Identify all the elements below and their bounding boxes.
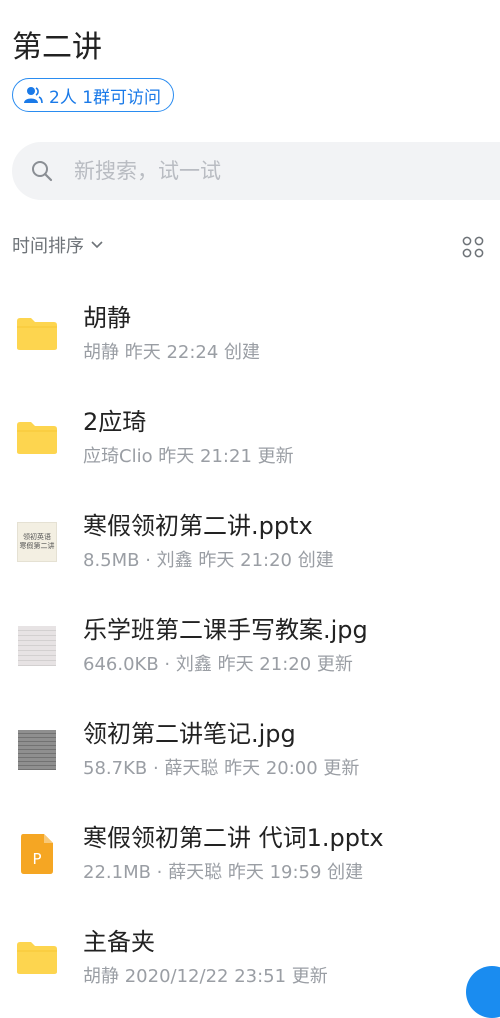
file-meta: 646.0KB · 刘鑫 昨天 21:20 更新 — [83, 654, 353, 675]
sort-dropdown[interactable]: 时间排序 — [12, 232, 104, 258]
search-input[interactable] — [72, 158, 376, 184]
thumb-text-line: 寒假第二讲 — [19, 542, 55, 550]
thumb-text-line: 领初英语 — [23, 533, 51, 541]
folder-icon — [16, 937, 58, 979]
chevron-down-icon — [91, 241, 103, 249]
file-name: 乐学班第二课手写教案.jpg — [83, 616, 368, 644]
search-icon — [32, 161, 53, 182]
people-icon — [24, 87, 43, 104]
file-name: 2应琦 — [83, 408, 147, 436]
file-row[interactable]: 胡静 胡静 昨天 22:24 创建 — [0, 282, 500, 386]
file-row[interactable]: P 寒假领初第二讲 代词1.pptx 22.1MB · 薛天聪 昨天 19:59… — [0, 802, 500, 906]
file-name: 主备夹 — [83, 928, 155, 956]
image-thumbnail — [16, 729, 58, 771]
page-title: 第二讲 — [12, 30, 102, 65]
image-thumbnail — [16, 625, 58, 667]
search-bar[interactable] — [12, 142, 500, 200]
file-row[interactable]: 乐学班第二课手写教案.jpg 646.0KB · 刘鑫 昨天 21:20 更新 — [0, 594, 500, 698]
file-name: 领初第二讲笔记.jpg — [83, 720, 296, 748]
folder-icon — [16, 417, 58, 459]
file-row[interactable]: 领初第二讲笔记.jpg 58.7KB · 薛天聪 昨天 20:00 更新 — [0, 698, 500, 802]
file-meta: 58.7KB · 薛天聪 昨天 20:00 更新 — [83, 758, 360, 779]
pptx-letter: P — [32, 850, 41, 868]
file-row[interactable]: 领初英语 寒假第二讲 寒假领初第二讲.pptx 8.5MB · 刘鑫 昨天 21… — [0, 490, 500, 594]
grid-view-icon[interactable] — [462, 236, 484, 258]
pptx-thumbnail: 领初英语 寒假第二讲 — [16, 521, 58, 563]
file-meta: 胡静 2020/12/22 23:51 更新 — [83, 966, 328, 987]
access-label: 2人 1群可访问 — [49, 87, 162, 108]
file-meta: 22.1MB · 薛天聪 昨天 19:59 创建 — [83, 862, 364, 883]
file-row[interactable]: 主备夹 胡静 2020/12/22 23:51 更新 — [0, 906, 500, 1010]
file-row[interactable]: 2应琦 应琦Clio 昨天 21:21 更新 — [0, 386, 500, 490]
file-meta: 应琦Clio 昨天 21:21 更新 — [83, 446, 294, 467]
file-name: 寒假领初第二讲.pptx — [83, 512, 313, 540]
file-meta: 胡静 昨天 22:24 创建 — [83, 342, 261, 363]
file-name: 胡静 — [83, 304, 131, 332]
access-badge-button[interactable]: 2人 1群可访问 — [12, 78, 175, 112]
pptx-file-icon: P — [16, 833, 58, 875]
sort-label: 时间排序 — [12, 236, 84, 257]
folder-icon — [16, 313, 58, 355]
file-list: 胡静 胡静 昨天 22:24 创建 2应琦 应琦Clio 昨天 21:21 更新… — [0, 282, 500, 1010]
file-name: 寒假领初第二讲 代词1.pptx — [83, 824, 384, 852]
file-meta: 8.5MB · 刘鑫 昨天 21:20 创建 — [83, 550, 334, 571]
